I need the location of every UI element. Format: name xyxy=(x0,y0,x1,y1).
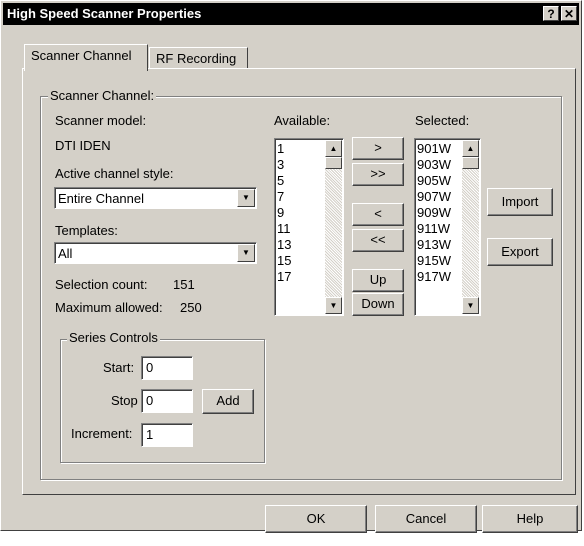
move-down-button[interactable]: Down xyxy=(352,293,404,316)
scanner-model-value: DTI IDEN xyxy=(55,138,111,153)
selected-scrollbar[interactable]: ▲ ▼ xyxy=(462,140,479,314)
selection-count-label: Selection count: xyxy=(55,277,148,292)
add-all-button[interactable]: >> xyxy=(352,163,404,186)
scroll-thumb[interactable] xyxy=(462,157,479,169)
add-button[interactable]: Add xyxy=(202,389,254,414)
help-button[interactable]: Help xyxy=(482,505,578,533)
scroll-down-icon[interactable]: ▼ xyxy=(462,297,479,314)
scroll-up-icon[interactable]: ▲ xyxy=(325,140,342,157)
list-item[interactable]: 15 xyxy=(277,253,291,269)
list-item[interactable]: 5 xyxy=(277,173,291,189)
selected-label: Selected: xyxy=(415,113,470,128)
scroll-up-icon[interactable]: ▲ xyxy=(462,140,479,157)
remove-one-button[interactable]: < xyxy=(352,203,404,226)
tab-scanner-channel-label: Scanner Channel xyxy=(31,48,132,63)
series-controls-label: Series Controls xyxy=(67,330,160,345)
active-channel-style-value: Entire Channel xyxy=(58,191,144,206)
window-title: High Speed Scanner Properties xyxy=(7,6,202,21)
export-button[interactable]: Export xyxy=(487,238,553,266)
move-up-button[interactable]: Up xyxy=(352,269,404,292)
list-item[interactable]: 901W xyxy=(417,141,451,157)
list-item[interactable]: 917W xyxy=(417,269,451,285)
increment-input[interactable]: 1 xyxy=(141,423,193,447)
list-item[interactable]: 913W xyxy=(417,237,451,253)
dialog-window: High Speed Scanner Properties ? ✕ Scanne… xyxy=(0,0,582,533)
tab-panel: Scanner Channel: Scanner model: DTI IDEN… xyxy=(22,68,576,495)
list-item[interactable]: 9 xyxy=(277,205,291,221)
list-item[interactable]: 905W xyxy=(417,173,451,189)
ok-button[interactable]: OK xyxy=(265,505,367,533)
increment-label: Increment: xyxy=(71,426,133,441)
available-label: Available: xyxy=(274,113,331,128)
list-item[interactable]: 915W xyxy=(417,253,451,269)
list-item[interactable]: 13 xyxy=(277,237,291,253)
title-bar[interactable]: High Speed Scanner Properties ? ✕ xyxy=(3,3,579,25)
list-item[interactable]: 17 xyxy=(277,269,291,285)
templates-label: Templates: xyxy=(55,223,118,238)
templates-value: All xyxy=(58,246,73,261)
available-list[interactable]: 1 3 5 7 9 11 13 15 17 ▲ ▼ xyxy=(274,138,344,316)
tab-rf-recording-label: RF Recording xyxy=(156,51,237,66)
active-channel-style-label: Active channel style: xyxy=(55,166,174,181)
start-input[interactable]: 0 xyxy=(141,356,193,380)
scanner-channel-group-label: Scanner Channel: xyxy=(48,88,157,103)
maximum-allowed-value: 250 xyxy=(180,300,202,315)
import-button[interactable]: Import xyxy=(487,188,553,216)
list-item[interactable]: 7 xyxy=(277,189,291,205)
list-item[interactable]: 903W xyxy=(417,157,451,173)
scroll-down-icon[interactable]: ▼ xyxy=(325,297,342,314)
templates-select[interactable]: All ▼ xyxy=(54,242,257,264)
tab-scanner-channel[interactable]: Scanner Channel xyxy=(24,44,148,71)
available-scrollbar[interactable]: ▲ ▼ xyxy=(325,140,342,314)
list-item[interactable]: 911W xyxy=(417,221,451,237)
start-label: Start: xyxy=(103,360,135,375)
selection-count-value: 151 xyxy=(173,277,195,292)
list-item[interactable]: 1 xyxy=(277,141,291,157)
maximum-allowed-label: Maximum allowed: xyxy=(55,300,163,315)
selected-list[interactable]: 901W 903W 905W 907W 909W 911W 913W 915W 917W ▲ ▼ xyxy=(414,138,481,316)
remove-all-button[interactable]: << xyxy=(352,229,404,252)
list-item[interactable]: 3 xyxy=(277,157,291,173)
chevron-down-icon[interactable]: ▼ xyxy=(237,244,255,262)
stop-input[interactable]: 0 xyxy=(141,389,193,413)
list-item[interactable]: 907W xyxy=(417,189,451,205)
close-icon[interactable]: ✕ xyxy=(561,6,577,21)
stop-label: Stop xyxy=(111,393,138,408)
help-icon[interactable]: ? xyxy=(543,6,559,21)
add-one-button[interactable]: > xyxy=(352,137,404,160)
list-item[interactable]: 909W xyxy=(417,205,451,221)
active-channel-style-select[interactable]: Entire Channel ▼ xyxy=(54,187,257,209)
scanner-model-label: Scanner model: xyxy=(55,113,147,128)
cancel-button[interactable]: Cancel xyxy=(375,505,477,533)
list-item[interactable]: 11 xyxy=(277,221,291,237)
chevron-down-icon[interactable]: ▼ xyxy=(237,189,255,207)
scroll-thumb[interactable] xyxy=(325,157,342,169)
